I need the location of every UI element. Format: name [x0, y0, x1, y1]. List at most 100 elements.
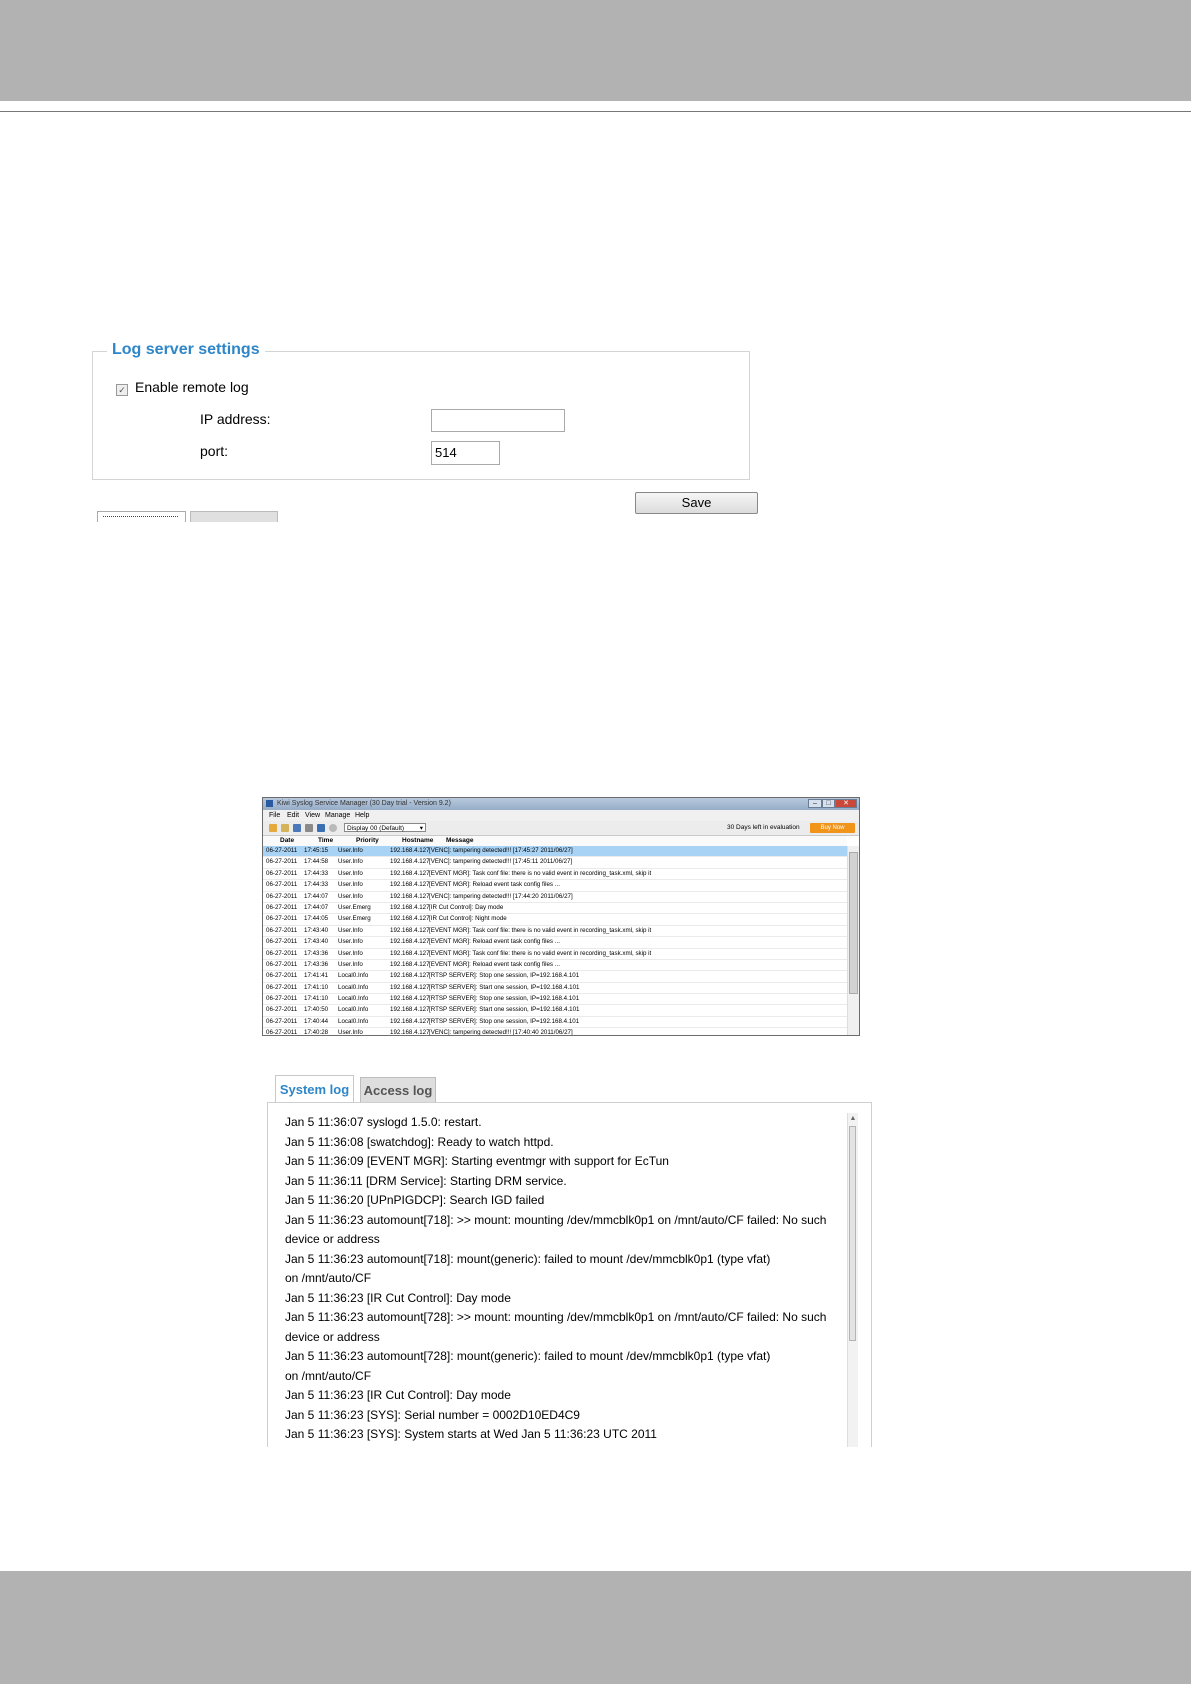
- table-row[interactable]: 06-27-2011 17:41:10 Local0.Info 192.168.4.1…: [263, 994, 847, 1006]
- table-row[interactable]: 06-27-2011 17:44:33 User.Info 192.168.4.127…: [263, 869, 847, 881]
- document-icon[interactable]: [281, 824, 289, 832]
- row-priority: User.Info: [338, 938, 363, 946]
- table-row[interactable]: 06-27-2011 17:44:58 User.Info 192.168.4.127…: [263, 857, 847, 869]
- kiwi-table-body: 06-27-2011 17:45:15 User.Info 192.168.4.127…: [263, 846, 847, 1036]
- row-time: 17:41:10: [304, 983, 329, 991]
- port-input[interactable]: 514: [431, 441, 500, 465]
- table-row[interactable]: 06-27-2011 17:43:36 User.Info 192.168.4.127…: [263, 960, 847, 972]
- menu-manage[interactable]: Manage: [325, 810, 350, 821]
- row-time: 17:43:40: [304, 938, 329, 946]
- enable-remote-log-label: Enable remote log: [135, 379, 249, 395]
- log-line: Jan 5 11:36:23 [SYS]: System starts at W…: [285, 1427, 657, 1441]
- row-priority: User.Emerg: [338, 915, 371, 923]
- folder-icon[interactable]: [269, 824, 277, 832]
- row-priority: Local0.Info: [338, 995, 369, 1003]
- row-hostname: 192.168.4.127: [390, 881, 430, 889]
- kiwi-app-icon: [266, 800, 273, 807]
- row-priority: User.Info: [338, 1029, 363, 1036]
- log-line: device or address: [285, 1232, 380, 1246]
- table-row[interactable]: 06-27-2011 17:44:33 User.Info 192.168.4.127…: [263, 880, 847, 892]
- table-row[interactable]: 06-27-2011 17:43:36 User.Info 192.168.4.127…: [263, 949, 847, 960]
- display-select[interactable]: Display 00 (Default) ▾: [344, 823, 426, 832]
- enable-remote-log-checkbox[interactable]: ✓: [116, 384, 128, 396]
- stop-icon[interactable]: [329, 824, 337, 832]
- table-row[interactable]: 06-27-2011 17:43:40 User.Info 192.168.4.127…: [263, 926, 847, 938]
- system-log-scrollbar[interactable]: ▲: [847, 1113, 858, 1447]
- save-button[interactable]: Save: [635, 492, 758, 514]
- col-message[interactable]: Message: [446, 836, 473, 846]
- row-hostname: 192.168.4.127: [390, 938, 430, 946]
- row-time: 17:40:28: [304, 1029, 329, 1036]
- table-row[interactable]: 06-27-2011 17:44:07 User.Info 192.168.4.127…: [263, 892, 847, 903]
- kiwi-table-header: Date Time Priority Hostname Message: [263, 836, 847, 846]
- properties-icon[interactable]: [293, 824, 301, 832]
- display-select-value: Display 00 (Default): [347, 825, 405, 832]
- log-server-fieldset: [92, 351, 750, 480]
- log-line: Jan 5 11:36:23 [IR Cut Control]: Day mod…: [285, 1290, 511, 1305]
- ip-address-input[interactable]: [431, 409, 565, 432]
- row-message: [EVENT MGR]: Reload event task config fi…: [429, 938, 560, 946]
- row-hostname: 192.168.4.127: [390, 960, 430, 968]
- col-priority[interactable]: Priority: [356, 836, 379, 846]
- menu-file[interactable]: File: [269, 810, 280, 821]
- row-date: 06-27-2011: [266, 858, 298, 866]
- table-row[interactable]: 06-27-2011 17:44:05 User.Emerg 192.168.4.12…: [263, 914, 847, 926]
- monitor-icon[interactable]: [317, 824, 325, 832]
- row-message: [EVENT MGR]: Reload event task config fi…: [429, 960, 560, 968]
- maximize-icon[interactable]: □: [822, 799, 835, 808]
- tab-access-log[interactable]: Access log: [360, 1077, 436, 1103]
- port-label: port:: [200, 443, 229, 459]
- tab-stub-inactive[interactable]: [190, 511, 278, 522]
- table-row[interactable]: 06-27-2011 17:45:15 User.Info 192.168.4.127…: [263, 846, 847, 858]
- row-priority: Local0.Info: [338, 1006, 369, 1014]
- row-hostname: 192.168.4.127: [390, 983, 430, 991]
- table-row[interactable]: 06-27-2011 17:44:07 User.Emerg 192.168.4.12…: [263, 903, 847, 915]
- row-hostname: 192.168.4.127: [390, 949, 430, 957]
- log-line: Jan 5 11:36:08 [swatchdog]: Ready to wat…: [285, 1134, 554, 1149]
- menu-help[interactable]: Help: [355, 810, 369, 821]
- row-date: 06-27-2011: [266, 903, 298, 911]
- row-hostname: 192.168.4.127: [390, 995, 430, 1003]
- table-row[interactable]: 06-27-2011 17:41:41 Local0.Info 192.168.4.1…: [263, 971, 847, 983]
- col-time[interactable]: Time: [318, 836, 333, 846]
- row-message: [EVENT MGR]: Task conf file: there is no…: [429, 869, 652, 877]
- menu-view[interactable]: View: [305, 810, 320, 821]
- tab-stub-active[interactable]: [97, 511, 186, 522]
- row-message: [RTSP SERVER]: Stop one session, IP=192.…: [429, 1017, 580, 1025]
- kiwi-scroll-thumb[interactable]: [849, 852, 858, 994]
- row-time: 17:40:50: [304, 1006, 329, 1014]
- row-hostname: 192.168.4.127: [390, 869, 430, 877]
- log-server-legend: Log server settings: [107, 341, 265, 359]
- row-message: [IR Cut Control]: Day mode: [429, 903, 504, 911]
- table-row[interactable]: 06-27-2011 17:40:50 Local0.Info 192.168.4.1…: [263, 1005, 847, 1017]
- table-row[interactable]: 06-27-2011 17:43:40 User.Info 192.168.4.127…: [263, 937, 847, 949]
- col-date[interactable]: Date: [280, 836, 294, 846]
- close-icon[interactable]: ✕: [835, 799, 857, 808]
- row-date: 06-27-2011: [266, 995, 298, 1003]
- row-time: 17:43:36: [304, 960, 329, 968]
- table-row[interactable]: 06-27-2011 17:41:10 Local0.Info 192.168.4.1…: [263, 983, 847, 995]
- kiwi-syslog-window: Kiwi Syslog Service Manager (30 Day tria…: [262, 797, 860, 1036]
- row-message: [VENC]: tampering detected!!! [17:40:40 …: [429, 1029, 573, 1036]
- row-date: 06-27-2011: [266, 972, 298, 980]
- row-message: [RTSP SERVER]: Start one session, IP=192…: [429, 983, 580, 991]
- col-hostname[interactable]: Hostname: [402, 836, 433, 846]
- minimize-icon[interactable]: –: [808, 799, 822, 808]
- kiwi-toolbar: Display 00 (Default) ▾ 30 Days left in ev…: [263, 821, 859, 836]
- system-log-scroll-thumb[interactable]: [849, 1126, 856, 1341]
- menu-edit[interactable]: Edit: [287, 810, 299, 821]
- kiwi-scrollbar[interactable]: [847, 846, 859, 1035]
- bell-icon[interactable]: [305, 824, 313, 832]
- tab-system-log[interactable]: System log: [275, 1075, 354, 1103]
- scroll-up-icon[interactable]: ▲: [849, 1115, 857, 1123]
- table-row[interactable]: 06-27-2011 17:40:44 Local0.Info 192.168.4.1…: [263, 1017, 847, 1029]
- row-date: 06-27-2011: [266, 869, 298, 877]
- row-message: [EVENT MGR]: Reload event task config fi…: [429, 881, 560, 889]
- focus-outline: [103, 516, 178, 518]
- row-date: 06-27-2011: [266, 926, 298, 934]
- table-row[interactable]: 06-27-2011 17:40:28 User.Info 192.168.4.127…: [263, 1028, 847, 1036]
- row-time: 17:44:07: [304, 903, 329, 911]
- buy-now-button[interactable]: Buy Now: [810, 823, 855, 833]
- system-log-panel: Jan 5 11:36:07 syslogd 1.5.0: restart. Ja…: [267, 1102, 872, 1447]
- row-hostname: 192.168.4.127: [390, 903, 430, 911]
